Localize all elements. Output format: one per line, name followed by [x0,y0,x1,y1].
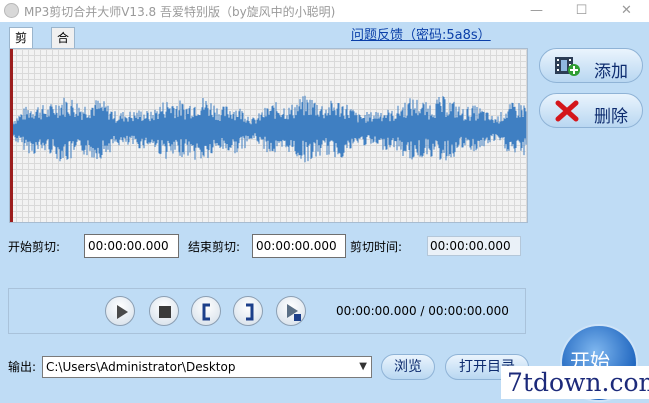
mark-end-button[interactable] [233,296,263,326]
waveform-path [13,95,527,163]
mark-start-icon [202,303,210,321]
minimize-button[interactable]: — [514,0,559,22]
waveform-view[interactable] [9,48,528,223]
mark-end-icon [246,303,254,321]
mark-start-button[interactable] [191,296,221,326]
title-bar: MP3剪切合并大师V13.8 吾爱特别版（by旋风中的小聪明) — ☐ ✕ [0,0,649,22]
playback-position: 00:00:00.000 / 00:00:00.000 [336,304,509,318]
add-button[interactable]: 添加 [539,48,643,83]
red-x-icon [555,100,579,122]
tab-merge[interactable]: 合并 [51,27,76,65]
stop-button[interactable] [149,296,179,326]
play-icon [117,305,128,319]
play-selection-icon [287,304,301,321]
output-label: 输出: [8,360,37,374]
start-cut-label: 开始剪切: [8,240,61,254]
delete-button-label: 删除 [594,107,628,127]
close-button[interactable]: ✕ [604,0,649,22]
chevron-down-icon[interactable]: ▼ [359,357,367,377]
stop-icon [159,306,171,318]
cut-duration-label: 剪切时间: [350,240,403,254]
window-title: MP3剪切合并大师V13.8 吾爱特别版（by旋风中的小聪明) [24,5,336,19]
waveform-graphic [13,95,527,163]
end-cut-label: 结束剪切: [188,240,241,254]
feedback-link[interactable]: 问题反馈（密码:5a8s） [351,24,491,43]
output-path-select[interactable]: C:\Users\Administrator\Desktop ▼ [42,356,372,378]
start-cut-field[interactable]: 00:00:00.000 [84,234,179,258]
browse-button[interactable]: 浏览 [381,354,435,380]
main-panel: 剪切 合并 问题反馈（密码:5a8s） 添加 删除 开始剪切: 00:00:00… [0,22,649,403]
end-cut-field[interactable]: 00:00:00.000 [252,234,346,258]
delete-button[interactable]: 删除 [539,93,643,128]
add-button-label: 添加 [594,62,628,82]
play-button[interactable] [105,296,135,326]
output-path-value: C:\Users\Administrator\Desktop [46,360,236,374]
tab-cut[interactable]: 剪切 [9,27,34,65]
maximize-button[interactable]: ☐ [559,0,604,22]
site-watermark: 7tdown.com [501,366,649,399]
cut-duration-value: 00:00:00.000 [427,236,521,256]
play-selection-button[interactable] [276,296,306,326]
app-icon [4,3,19,18]
film-add-icon [555,57,580,76]
